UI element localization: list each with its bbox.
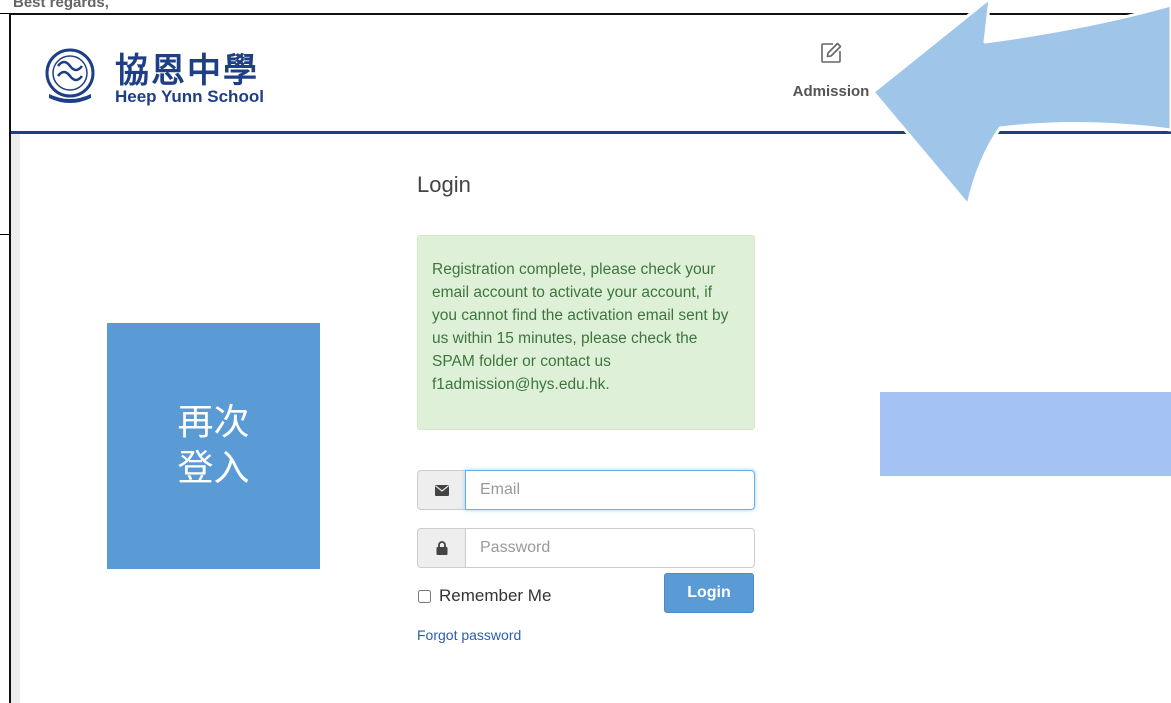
page-left-margin: [11, 134, 20, 703]
school-name-chinese: 協恩中學: [115, 51, 259, 91]
relogin-callout-text: 再次登入: [177, 402, 250, 489]
relogin-callout-box: 再次登入: [107, 323, 320, 569]
password-addon: [417, 528, 465, 568]
site-header: 協恩中學 Heep Yunn School Admission: [11, 15, 1171, 134]
email-field[interactable]: [465, 470, 755, 510]
password-input-group: [417, 528, 755, 568]
registration-success-alert: Registration complete, please check your…: [417, 235, 755, 430]
lock-icon: [436, 541, 447, 555]
forgot-password-link[interactable]: Forgot password: [417, 627, 521, 643]
school-emblem-icon[interactable]: [41, 46, 99, 104]
login-heading: Login: [417, 172, 471, 197]
email-input-group: [417, 470, 755, 510]
envelope-icon: [434, 484, 449, 496]
login-button[interactable]: Login: [664, 573, 754, 613]
remember-me-checkbox[interactable]: [418, 589, 431, 603]
email-addon: [417, 470, 465, 510]
nav-admission-link[interactable]: Admission: [781, 41, 881, 100]
password-field[interactable]: [465, 528, 755, 568]
school-name-english: Heep Yunn School: [115, 87, 264, 106]
email-fragment-text: Best regards,: [13, 0, 109, 11]
edit-icon: [821, 42, 842, 63]
annotation-blank-box: [880, 392, 1171, 476]
nav-admission-label: Admission: [792, 83, 870, 100]
remember-me-label: Remember Me: [439, 586, 552, 605]
remember-me-option[interactable]: Remember Me: [417, 586, 551, 606]
